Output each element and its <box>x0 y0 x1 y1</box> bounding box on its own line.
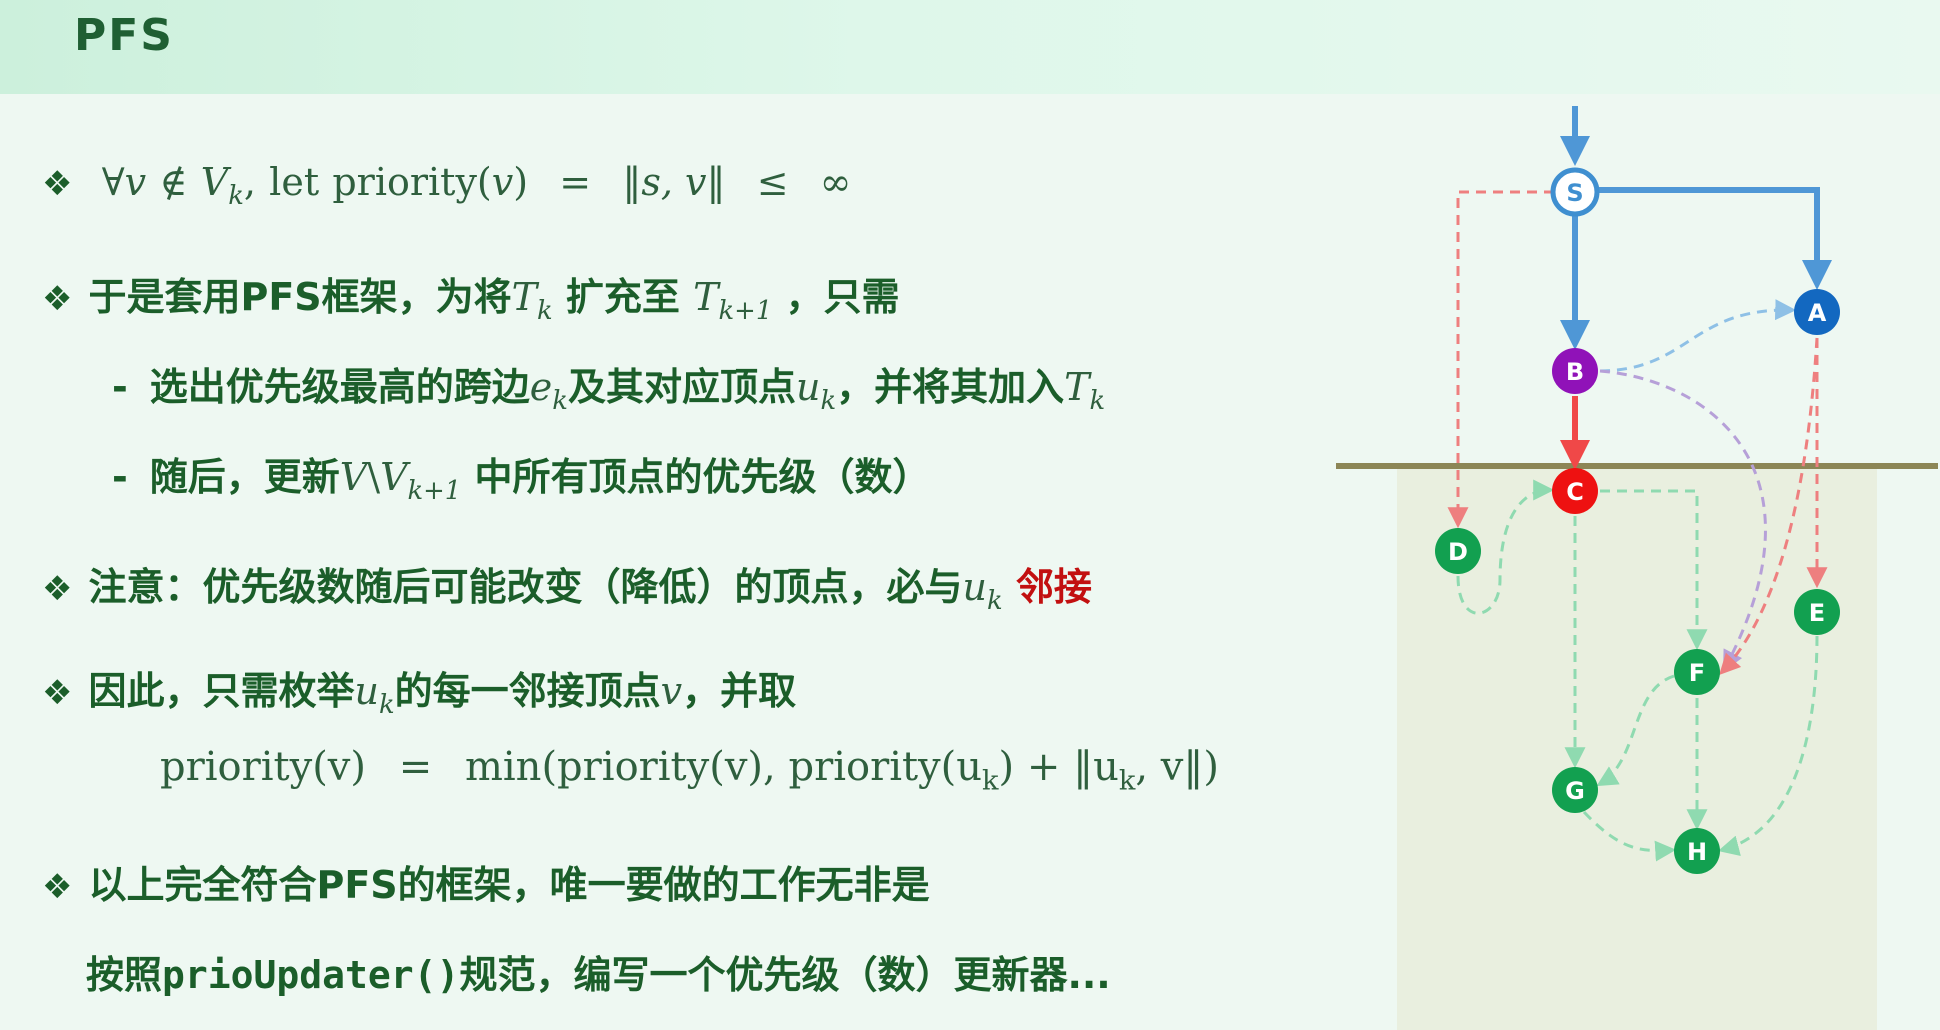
text: 以上完全符合PFS的框架，唯一要做的工作无非是 <box>88 863 930 907</box>
node-G: G <box>1552 767 1598 813</box>
node-label: C <box>1566 478 1584 506</box>
text-adjacent-highlight: 邻接 <box>1015 565 1092 609</box>
math-inf: ∞ <box>819 160 852 204</box>
text: 注意：优先级数随后可能改变（降低）的顶点，必与 <box>88 565 963 609</box>
bullet-enumerate: ❖ 因此，只需枚举uk的每一邻接顶点v，并取 <box>42 660 796 720</box>
text: ，并取 <box>682 669 797 713</box>
text: ，只需 <box>785 275 900 319</box>
math-V-sub: k <box>228 181 244 212</box>
math-V2-sub: k+1 <box>407 476 462 507</box>
diamond-bullet-icon: ❖ <box>42 569 73 609</box>
conclusion-continuation: 按照prioUpdater()规范，编写一个优先级（数）更新器... <box>86 944 1111 999</box>
node-label: E <box>1809 599 1825 627</box>
math-le: ≤ <box>756 160 789 204</box>
diamond-bullet-icon: ❖ <box>42 673 73 713</box>
bullet-note: ❖ 注意：优先级数随后可能改变（降低）的顶点，必与uk 邻接 <box>42 556 1092 616</box>
node-label: A <box>1808 299 1827 327</box>
math-e: e <box>529 365 553 409</box>
formula-sub: k <box>982 765 999 797</box>
text: 按照 <box>86 953 163 997</box>
subbullet-update: - 随后，更新V\Vk+1 中所有顶点的优先级（数） <box>112 446 931 506</box>
math-V: V <box>200 160 229 204</box>
text: 于是套用PFS框架，为将 <box>88 275 512 319</box>
node-label: G <box>1565 777 1585 805</box>
diamond-bullet-icon: ❖ <box>42 279 73 319</box>
code-prioUpdater: prioUpdater() <box>162 953 460 997</box>
diamond-bullet-icon: ❖ <box>42 867 73 907</box>
priority-formula: priority(v) = min(priority(v), priority(… <box>160 744 1219 797</box>
math-T-sub: k <box>1089 386 1106 417</box>
math-backslash: \ <box>367 455 381 499</box>
math-u-sub: k <box>378 690 395 721</box>
formula-sub2: k <box>1118 765 1136 797</box>
diamond-bullet-icon: ❖ <box>42 164 73 204</box>
node-S: S <box>1550 167 1600 217</box>
math-v: v <box>124 160 147 204</box>
bullet-conclusion: ❖ 以上完全符合PFS的框架，唯一要做的工作无非是 <box>42 854 930 909</box>
math-u: u <box>962 565 987 609</box>
math-T: T <box>1064 365 1090 409</box>
text: 选出优先级最高的跨边 <box>149 365 530 409</box>
text: 的每一邻接顶点 <box>394 669 661 713</box>
edge-S-A <box>1597 187 1832 290</box>
math-u-sub: k <box>986 586 1003 617</box>
math-let: let <box>269 160 320 204</box>
edge-B-A <box>1599 299 1797 373</box>
math-v: v <box>660 669 683 713</box>
subbullet-select: - 选出优先级最高的跨边ek及其对应顶点uk，并将其加入Tk <box>112 356 1105 416</box>
node-D: D <box>1435 528 1481 574</box>
node-C: C <box>1552 468 1598 514</box>
math-T2-sub: k+1 <box>718 296 773 327</box>
math-u: u <box>354 669 379 713</box>
math-T: T <box>511 275 538 319</box>
node-label: S <box>1566 179 1583 207</box>
math-T-sub: k <box>537 296 553 327</box>
math-T2: T <box>693 275 719 319</box>
title-bar: PFS <box>0 0 1940 94</box>
text: 及其对应顶点 <box>567 365 796 409</box>
node-label: F <box>1689 659 1705 687</box>
slide-title: PFS <box>74 10 174 61</box>
bullet-pfs-framework: ❖ 于是套用PFS框架，为将Tk 扩充至 Tk+1 ，只需 <box>42 266 900 326</box>
math-close: ) <box>513 160 529 204</box>
node-B: B <box>1552 348 1598 394</box>
math-V: V <box>339 455 368 499</box>
node-label: H <box>1687 838 1707 866</box>
math-u-sub: k <box>820 386 837 417</box>
node-E: E <box>1794 589 1840 635</box>
dash: - <box>112 365 128 409</box>
math-v2: v <box>491 160 514 204</box>
math-e-sub: k <box>552 386 568 417</box>
node-H: H <box>1674 828 1720 874</box>
node-label: B <box>1566 358 1584 386</box>
text: 随后，更新 <box>149 455 340 499</box>
text: 规范，编写一个优先级（数）更新器... <box>459 953 1111 997</box>
node-A: A <box>1794 289 1840 335</box>
bullet-forall: ❖ ∀v ∉ Vk, let priority(v) = ‖s, v‖ ≤ ∞ <box>42 160 851 211</box>
math-norm: ‖s, v‖ <box>622 160 726 204</box>
formula-rhs1: min(priority(v), priority(u <box>464 744 983 790</box>
pfs-graph-diagram: S A B C D E F G H <box>1336 106 1938 1030</box>
math-eq: = <box>559 160 592 204</box>
math-comma: , <box>243 160 256 204</box>
node-label: D <box>1448 538 1468 566</box>
math-forall: ∀ <box>101 160 125 204</box>
text: 中所有顶点的优先级（数） <box>474 455 931 499</box>
formula-eq: = <box>398 744 433 790</box>
math-u: u <box>795 365 821 409</box>
formula-rhs3: , v‖) <box>1135 744 1219 790</box>
node-F: F <box>1674 649 1720 695</box>
formula-rhs2: ) + ‖u <box>998 744 1119 790</box>
text: 因此，只需枚举 <box>88 669 355 713</box>
dash: - <box>112 455 128 499</box>
text: ，并将其加入 <box>836 365 1065 409</box>
math-V2: V <box>380 455 408 499</box>
math-notin: ∉ <box>159 160 188 204</box>
math-priority: priority( <box>332 160 492 204</box>
formula-lhs: priority(v) <box>160 744 366 790</box>
text: 扩充至 <box>565 275 680 319</box>
